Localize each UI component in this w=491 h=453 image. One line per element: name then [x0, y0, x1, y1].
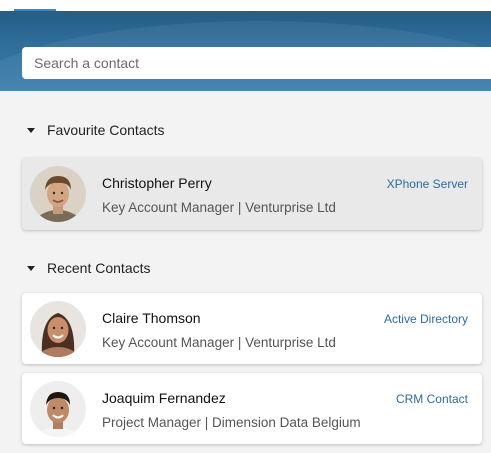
contact-card-christopher-perry[interactable]: Christopher Perry Key Account Manager | …: [22, 158, 482, 230]
contact-role: Key Account Manager | Venturprise Ltd: [102, 335, 336, 350]
favourite-contacts-header[interactable]: Favourite Contacts: [27, 120, 165, 140]
recent-contacts-header[interactable]: Recent Contacts: [27, 258, 151, 278]
contact-source: XPhone Server: [386, 177, 468, 191]
contact-source: CRM Contact: [395, 392, 468, 406]
contact-name: Claire Thomson: [102, 310, 201, 326]
caret-down-icon: [27, 127, 35, 133]
caret-down-icon: [27, 265, 35, 271]
contact-role: Project Manager | Dimension Data Belgium: [102, 415, 361, 430]
avatar: [30, 166, 86, 222]
contact-card-joaquim-fernandez[interactable]: Joaquim Fernandez Project Manager | Dime…: [22, 373, 482, 444]
avatar: [30, 301, 86, 357]
top-bar: [0, 0, 491, 11]
avatar: [30, 381, 86, 437]
section-title: Favourite Contacts: [47, 122, 165, 138]
contact-card-claire-thomson[interactable]: Claire Thomson Key Account Manager | Ven…: [22, 293, 482, 364]
contact-name: Christopher Perry: [102, 175, 212, 191]
search-input[interactable]: [22, 47, 491, 79]
section-title: Recent Contacts: [47, 260, 151, 276]
contact-source: Active Directory: [383, 312, 468, 326]
contact-name: Joaquim Fernandez: [102, 390, 226, 406]
contact-role: Key Account Manager | Venturprise Ltd: [102, 200, 336, 215]
search-header: [0, 11, 491, 91]
